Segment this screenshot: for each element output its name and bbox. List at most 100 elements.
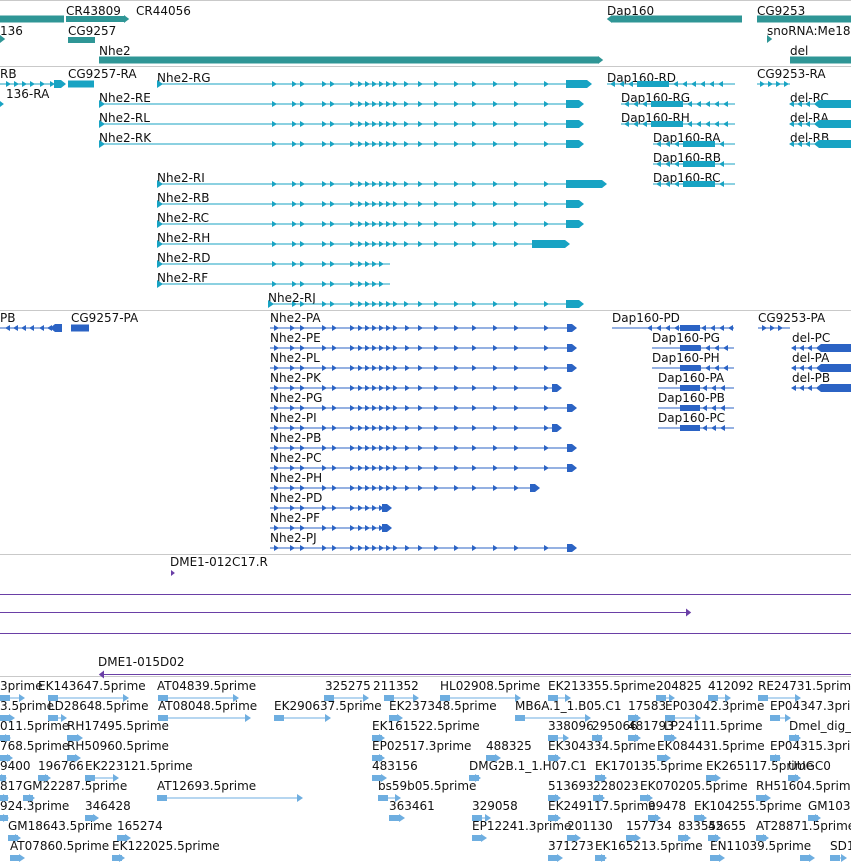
protein-nhe2-ph-exon-arrow — [434, 485, 439, 491]
transcript-dap160-rc-exon-block[interactable] — [683, 181, 715, 187]
label-165274: 165274 — [117, 819, 163, 833]
transcript-cg9253-ra-exon-arrow — [784, 81, 789, 87]
est-feature[interactable] — [0, 814, 9, 822]
protein-nhe2-pk-exon-arrow — [365, 385, 370, 391]
transcript-nhe2-rb[interactable] — [157, 200, 584, 208]
transcript-cg9253-ra[interactable] — [757, 81, 790, 87]
transcript-nhe2-rl-exon-arrow — [330, 121, 335, 127]
protein-del-pb[interactable] — [791, 384, 851, 392]
gene-bar-dap160[interactable] — [612, 15, 742, 23]
transcript-nhe2-rk-exon-arrow — [404, 141, 409, 147]
label-dap160-ph: Dap160-PH — [652, 351, 720, 365]
est-feature[interactable] — [770, 714, 791, 722]
transcript-nhe2-rl-exon-arrow — [514, 121, 519, 127]
transcript-dap160-ra-exon-block[interactable] — [683, 141, 715, 147]
gene-bar-nhe2[interactable] — [99, 56, 598, 64]
gene-bar-cg9257[interactable] — [68, 37, 95, 43]
transcript-track[interactable]: Nhe2-RG Nhe2-RE Nhe2-RL Nhe2-RK Nhe2-RI Nhe2-… — [0, 67, 851, 308]
est-feature[interactable] — [158, 714, 251, 722]
est-feature[interactable] — [830, 854, 847, 862]
est-feature[interactable] — [592, 734, 603, 742]
est-track[interactable]: 3primeEK143647.5prime AT04839.5prime 32527… — [0, 679, 851, 862]
transcript-dap160-rd-exon-block[interactable] — [637, 81, 669, 87]
est-feature[interactable] — [112, 854, 125, 862]
transcript-nhe2-rg-exon-arrow — [358, 81, 363, 87]
gene-bar-del[interactable] — [790, 56, 851, 64]
transcript-cg9257-ra[interactable] — [68, 80, 94, 88]
protein-nhe2-pa-exon-arrow — [322, 325, 327, 331]
est-feature[interactable] — [0, 774, 7, 782]
protein-nhe2-pj[interactable] — [270, 544, 577, 552]
label-dmel-dig-0: Dmel_dig_0 — [789, 719, 851, 733]
protein-nhe2-pg-exon-arrow — [493, 405, 498, 411]
label-ek104255-5prime: EK104255.5prime — [694, 799, 802, 813]
est-feature[interactable] — [548, 854, 563, 862]
transcript-nhe2-rk-terminal-exon — [566, 140, 584, 148]
protein-nhe2-pd-exon-arrow — [350, 505, 355, 511]
est-feature[interactable] — [770, 754, 781, 762]
transcript-dap160-rg-exon-arrow — [705, 101, 710, 107]
protein-nhe2-pb-exon-arrow — [472, 445, 477, 451]
protein-pb-exon-arrow — [39, 325, 44, 331]
protein-nhe2-pl-exon-arrow — [393, 365, 398, 371]
transcript-dap160-rb-exon-block[interactable] — [683, 161, 715, 167]
transcript-nhe2-rc-exon-arrow — [544, 221, 549, 227]
est-feature[interactable] — [710, 854, 725, 862]
est-feature[interactable] — [0, 734, 11, 742]
label-cr43809: CR43809 — [66, 4, 121, 18]
transcript-nhe2-rj-exon-arrow — [514, 301, 519, 307]
label-42655: 42655 — [708, 819, 746, 833]
protein-track[interactable]: Nhe2-PA Nhe2-PE Nhe2-PL Nhe2-PK Nhe2-PG Nhe2-… — [0, 311, 851, 552]
protein-nhe2-ph-terminal-exon — [530, 484, 540, 492]
protein-nhe2-pi-exon-arrow — [372, 425, 377, 431]
protein-nhe2-pl-terminal-exon — [567, 364, 577, 372]
est-feature[interactable] — [469, 774, 481, 782]
label-dme1-012c17-r: DME1-012C17.R — [170, 555, 268, 569]
est-feature-block — [389, 815, 399, 821]
transcript-136-ra-arrow — [0, 101, 4, 107]
est-feature-arrow — [19, 854, 25, 862]
transcript-nhe2-rc[interactable] — [157, 220, 584, 228]
protein-nhe2-pc-exon-arrow — [358, 465, 363, 471]
transcript-nhe2-rh[interactable] — [157, 240, 570, 248]
genome-browser-canvas[interactable]: CR43809 CR44056 Dap160 CG9253136 CG9257 snoRN… — [0, 0, 851, 862]
transcript-nhe2-rl[interactable] — [99, 120, 584, 128]
gene-bar-cr43809[interactable] — [66, 16, 124, 22]
transcript-dap160-rg-exon-block[interactable] — [651, 101, 683, 107]
protein-dap160-pc-exon-block[interactable] — [680, 425, 700, 431]
est-feature[interactable] — [389, 814, 405, 822]
protein-nhe2-pe-exon-arrow — [454, 345, 459, 351]
transcript-nhe2-re[interactable] — [99, 100, 584, 108]
est-feature[interactable] — [800, 854, 815, 862]
transcript-nhe2-rh-exon-arrow — [322, 241, 327, 247]
est-feature[interactable] — [0, 794, 9, 802]
est-feature-block — [626, 835, 636, 841]
transcript-cg9253-ra-exon-arrow — [768, 81, 773, 87]
gene-bar-cg9253[interactable] — [757, 15, 851, 23]
transcript-nhe2-rc-exon-arrow — [292, 221, 297, 227]
gene-track[interactable]: CR43809 CR44056 Dap160 CG9253136 CG9257 snoRN… — [0, 4, 851, 64]
clone-track[interactable]: DME1-012C17.R DME1-015D02 — [0, 555, 851, 679]
label-nhe2-pg: Nhe2-PG — [270, 391, 322, 405]
transcript-dap160-rh-exon-block[interactable] — [651, 121, 683, 127]
label-157734: 157734 — [626, 819, 672, 833]
transcript-nhe2-re-exon-arrow — [300, 101, 305, 107]
protein-nhe2-pl-exon-arrow — [386, 365, 391, 371]
label-rh50960-5prime: RH50960.5prime — [67, 739, 169, 753]
protein-pb[interactable] — [0, 324, 62, 332]
transcript-nhe2-rb-exon-arrow — [365, 201, 370, 207]
protein-nhe2-ph-exon-arrow — [372, 485, 377, 491]
est-feature[interactable] — [472, 834, 487, 842]
protein-cg9257-pa[interactable] — [71, 324, 89, 332]
est-feature[interactable] — [274, 714, 331, 722]
gene-bar-left[interactable] — [0, 15, 64, 23]
transcript-nhe2-rg[interactable] — [157, 80, 592, 88]
est-feature[interactable] — [157, 794, 303, 802]
transcript-nhe2-rc-exon-arrow — [322, 221, 327, 227]
transcript-nhe2-rk[interactable] — [99, 140, 584, 148]
est-feature[interactable] — [595, 854, 607, 862]
protein-cg9253-pa[interactable] — [758, 325, 790, 331]
label-ep12241-3prime: EP12241.3prime — [472, 819, 571, 833]
est-feature[interactable] — [10, 854, 25, 862]
transcript-nhe2-ri[interactable] — [157, 180, 607, 188]
